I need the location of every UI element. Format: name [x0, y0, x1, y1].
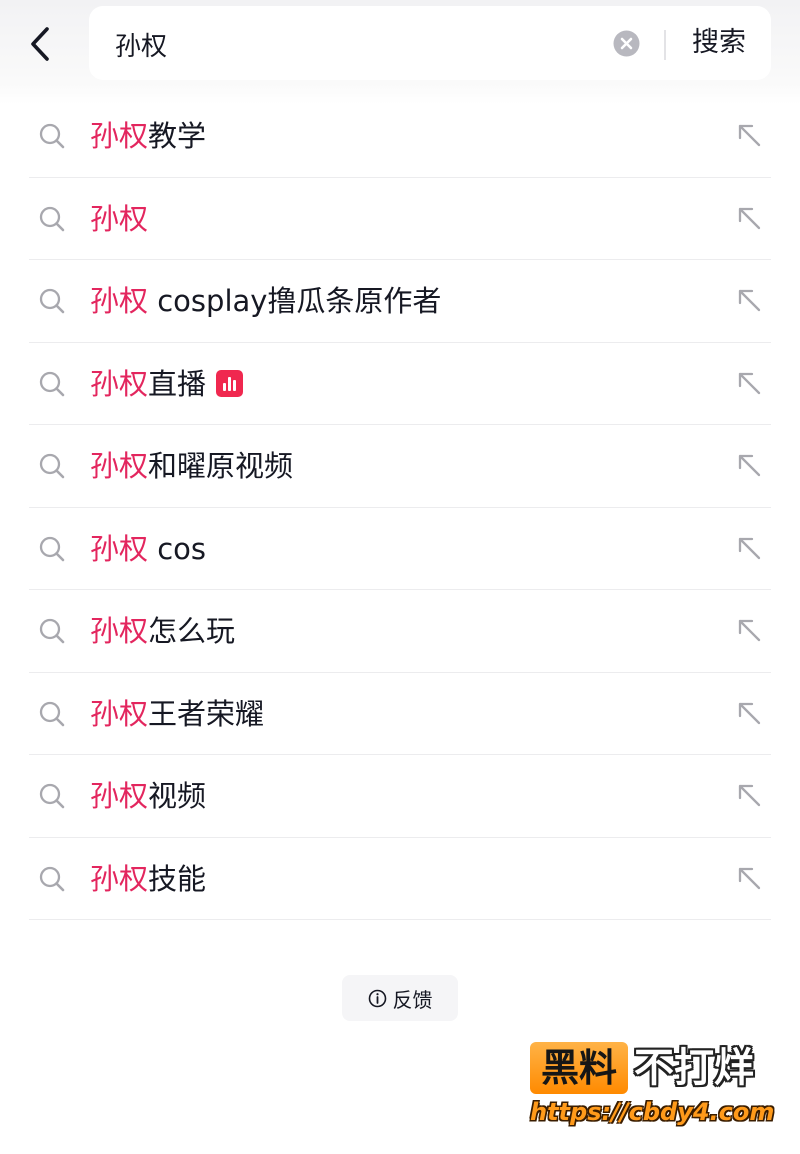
watermark-part1: 黑料	[530, 1042, 628, 1094]
feedback-label: 反馈	[392, 987, 433, 1012]
suggestion-highlight: 孙权	[90, 696, 149, 731]
arrow-up-left-icon[interactable]	[735, 699, 763, 727]
search-icon	[39, 123, 65, 149]
suggestion-row[interactable]: 孙权怎么玩	[29, 590, 771, 673]
search-divider	[664, 30, 666, 60]
suggestion-highlight: 孙权	[90, 861, 149, 896]
suggestion-text: 孙权怎么玩	[90, 590, 235, 672]
search-icon	[39, 618, 65, 644]
arrow-up-left-icon[interactable]	[735, 616, 763, 644]
suggestion-text: 孙权直播	[90, 343, 244, 425]
suggestion-rest: 视频	[148, 779, 207, 813]
suggestion-row[interactable]: 孙权	[29, 178, 771, 260]
search-header: 搜索	[0, 0, 800, 104]
arrow-up-left-icon[interactable]	[735, 121, 763, 149]
watermark: 黑料 不打烊 https://cbdy4.com	[530, 1040, 780, 1135]
suggestion-row[interactable]: 孙权 cosplay撸瓜条原作者	[29, 260, 771, 343]
search-icon	[39, 536, 65, 561]
arrow-up-left-icon[interactable]	[735, 864, 763, 892]
arrow-up-left-icon[interactable]	[735, 204, 763, 232]
search-icon	[39, 783, 65, 809]
live-icon	[216, 369, 244, 397]
suggestion-rest: cosplay撸瓜条原作者	[148, 284, 442, 318]
suggestion-text: 孙权教学	[90, 95, 206, 177]
suggestion-text: 孙权 cos	[90, 508, 206, 590]
search-icon	[39, 701, 65, 726]
suggestion-text: 孙权技能	[90, 838, 206, 920]
search-icon	[39, 866, 65, 891]
arrow-up-left-icon[interactable]	[735, 369, 763, 397]
search-input[interactable]	[113, 18, 587, 70]
info-circle-icon	[368, 989, 386, 1007]
clear-button[interactable]	[613, 30, 640, 57]
suggestion-row[interactable]: 孙权和曜原视频	[29, 425, 771, 508]
suggestion-list: 孙权教学 孙权 孙权 cosplay撸瓜条原作者 孙权直播 孙权和曜原视频 孙权 cos 孙…	[29, 95, 771, 920]
search-box: 搜索	[89, 6, 771, 80]
clear-x-icon	[613, 30, 640, 57]
back-button[interactable]	[20, 22, 64, 66]
suggestion-row[interactable]: 孙权视频	[29, 755, 771, 838]
suggestion-text: 孙权 cosplay撸瓜条原作者	[90, 260, 441, 342]
arrow-up-left-icon[interactable]	[735, 534, 763, 562]
search-button[interactable]: 搜索	[679, 6, 759, 80]
suggestion-row[interactable]: 孙权教学	[29, 95, 771, 178]
suggestion-rest: 直播	[148, 366, 207, 401]
suggestion-rest: cos	[148, 531, 207, 566]
arrow-up-left-icon[interactable]	[735, 781, 763, 809]
watermark-part2: 不打烊	[634, 1045, 754, 1091]
suggestion-highlight: 孙权	[90, 201, 149, 236]
suggestion-highlight: 孙权	[90, 614, 149, 648]
watermark-url: https://cbdy4.com	[530, 1098, 775, 1126]
search-icon	[39, 206, 65, 231]
suggestion-text: 孙权视频	[90, 755, 206, 837]
suggestion-highlight: 孙权	[90, 366, 149, 401]
search-icon	[39, 453, 65, 479]
chevron-left-icon	[31, 27, 49, 61]
suggestion-highlight: 孙权	[90, 531, 149, 566]
suggestion-text: 孙权王者荣耀	[90, 673, 264, 755]
suggestion-highlight: 孙权	[90, 449, 149, 483]
suggestion-rest: 教学	[148, 119, 207, 153]
search-icon	[39, 288, 65, 314]
suggestion-rest: 技能	[148, 861, 207, 896]
suggestion-text: 孙权和曜原视频	[90, 425, 293, 507]
suggestion-highlight: 孙权	[90, 779, 149, 813]
suggestion-text: 孙权	[90, 178, 148, 260]
suggestion-row[interactable]: 孙权王者荣耀	[29, 673, 771, 755]
suggestion-rest: 怎么玩	[148, 614, 236, 648]
suggestion-row[interactable]: 孙权直播	[29, 343, 771, 425]
suggestion-rest: 王者荣耀	[148, 696, 265, 731]
suggestion-highlight: 孙权	[90, 119, 149, 153]
suggestion-row[interactable]: 孙权技能	[29, 838, 771, 920]
search-icon	[39, 371, 65, 396]
suggestion-highlight: 孙权	[90, 284, 149, 318]
suggestion-row[interactable]: 孙权 cos	[29, 508, 771, 590]
arrow-up-left-icon[interactable]	[735, 451, 763, 479]
suggestion-rest: 和曜原视频	[148, 449, 294, 483]
feedback-button[interactable]: 反馈	[342, 975, 458, 1021]
arrow-up-left-icon[interactable]	[735, 286, 763, 314]
